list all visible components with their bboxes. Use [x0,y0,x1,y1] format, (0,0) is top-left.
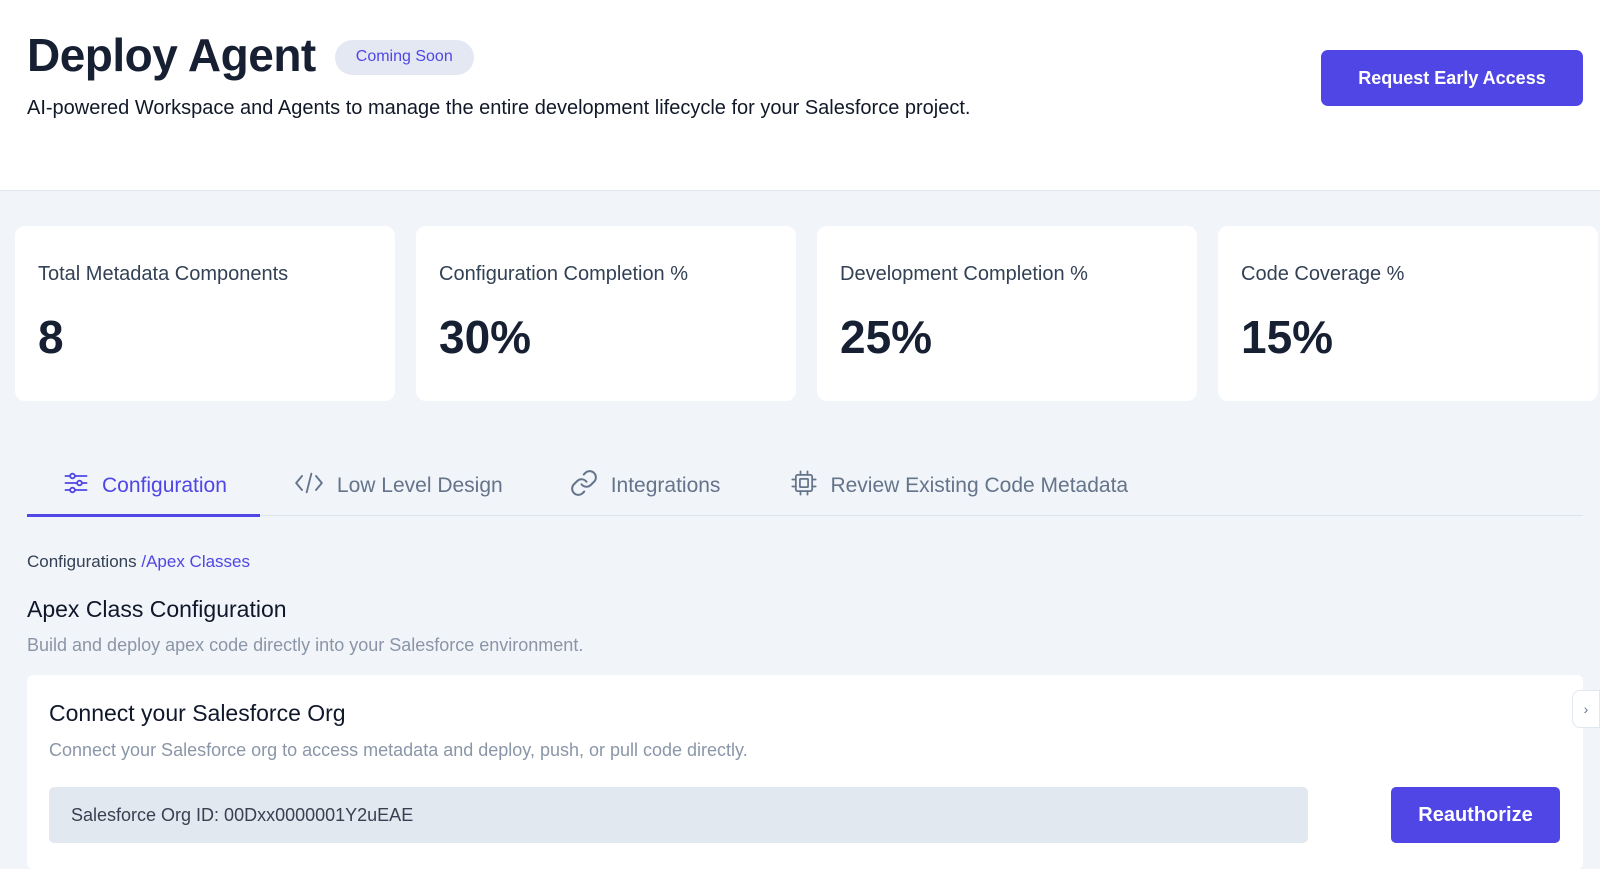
code-icon [293,469,337,503]
sliders-icon [62,469,102,503]
link-icon [569,468,611,504]
page-subtitle: AI-powered Workspace and Agents to manag… [27,97,971,119]
status-badge: Coming Soon [334,39,474,75]
stat-value: 25% [840,311,933,363]
stat-card-development-completion: Development Completion % 25% [817,226,1197,401]
connect-title: Connect your Salesforce Org [49,700,346,726]
tab-integrations[interactable]: Integrations [536,455,756,516]
org-id-field[interactable]: Salesforce Org ID: 00Dxx0000001Y2uEAE [49,787,1308,843]
stat-label: Development Completion % [840,263,1088,285]
tab-label: Integrations [610,473,721,497]
tab-label: Low Level Design [336,473,503,497]
stat-card-code-coverage: Code Coverage % 15% [1218,226,1598,401]
stat-label: Code Coverage % [1241,263,1405,285]
tab-configuration[interactable]: Configuration [27,455,260,517]
reauthorize-button[interactable]: Reauthorize [1391,787,1560,843]
stat-value: 15% [1241,311,1334,363]
stat-value: 8 [38,311,64,363]
tab-label: Review Existing Code Metadata [830,473,1129,497]
breadcrumb-root[interactable]: Configurations [27,552,137,571]
stat-label: Configuration Completion % [439,263,689,285]
section-title: Apex Class Configuration [27,596,287,622]
tab-bar: Configuration Low Level Design Integrati… [27,455,1583,517]
tab-low-level-design[interactable]: Low Level Design [260,455,536,516]
breadcrumb-current[interactable]: /Apex Classes [141,552,250,571]
connect-subtitle: Connect your Salesforce org to access me… [49,740,748,760]
stats-row: Total Metadata Components 8 Configuratio… [15,226,1598,401]
tab-label: Configuration [102,473,227,497]
page-title: Deploy Agent [27,29,316,81]
stat-value: 30% [439,311,532,363]
connect-org-card: Connect your Salesforce Org Connect your… [27,675,1583,869]
breadcrumb: Configurations /Apex Classes [27,552,250,572]
tab-review-existing-code-metadata[interactable]: Review Existing Code Metadata [755,455,1148,516]
chip-icon [790,469,830,503]
stat-label: Total Metadata Components [38,263,289,285]
panel-toggle-handle[interactable]: › [1572,690,1600,728]
stat-card-configuration-completion: Configuration Completion % 30% [416,226,796,401]
stat-card-total-metadata: Total Metadata Components 8 [15,226,395,401]
chevron-right-icon: › [1583,701,1589,717]
request-early-access-button[interactable]: Request Early Access [1321,50,1583,106]
page-header: Deploy Agent Coming Soon AI-powered Work… [0,0,1600,191]
section-subtitle: Build and deploy apex code directly into… [27,635,584,655]
title-row: Deploy Agent Coming Soon [27,28,474,82]
